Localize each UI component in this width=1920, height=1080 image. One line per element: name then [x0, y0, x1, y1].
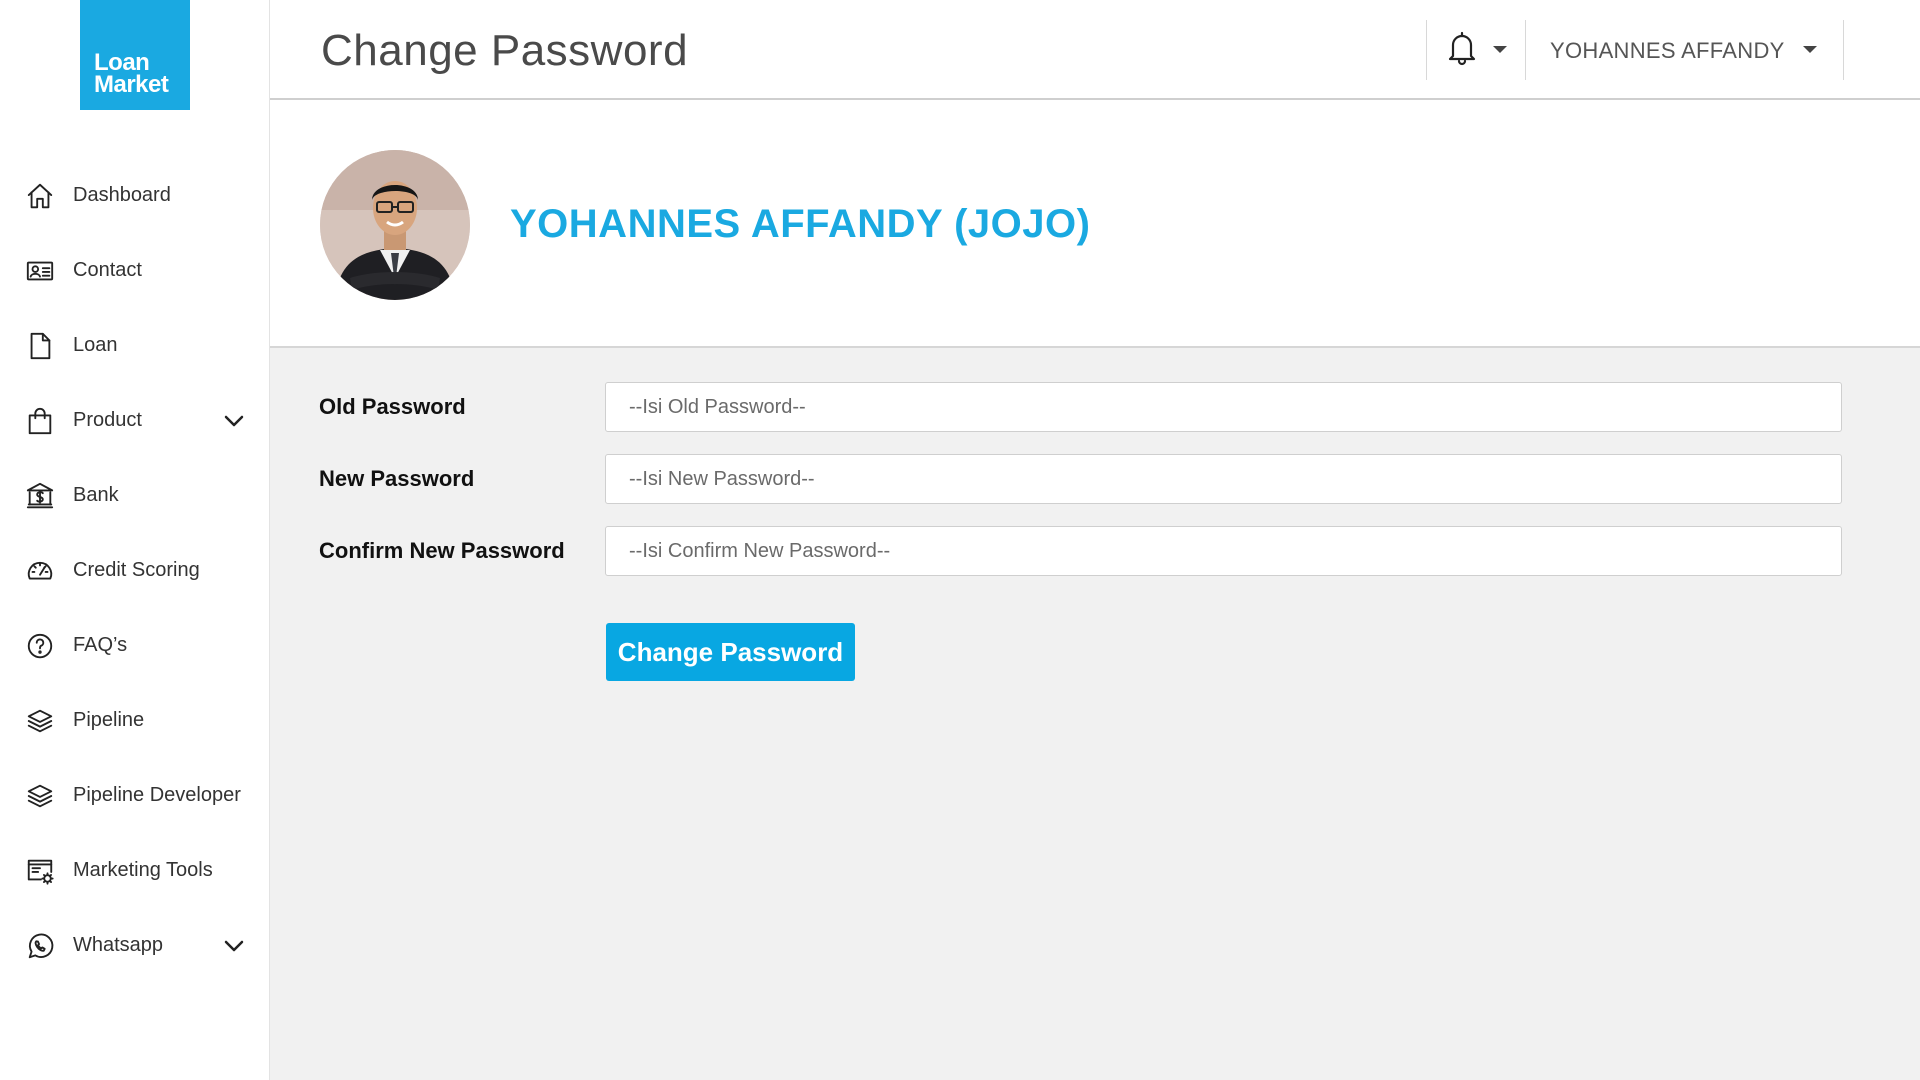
page-title: Change Password — [321, 26, 689, 75]
chevron-down-icon[interactable] — [222, 934, 246, 958]
sidebar-item-marketing-tools[interactable]: Marketing Tools — [0, 833, 270, 908]
sidebar-item-contact[interactable]: Contact — [0, 233, 270, 308]
layers-icon — [24, 705, 56, 737]
sidebar-item-label: Dashboard — [73, 184, 171, 206]
change-password-button[interactable]: Change Password — [606, 623, 855, 681]
sidebar-item-label: FAQ’s — [73, 634, 128, 656]
notification-dropdown-caret-icon[interactable] — [1493, 46, 1507, 53]
sidebar-item-bank[interactable]: Bank — [0, 458, 270, 533]
old-password-input[interactable] — [605, 382, 1842, 432]
sidebar-item-label: Credit Scoring — [73, 559, 200, 581]
sidebar-item-label: Loan — [73, 334, 118, 356]
loan-market-logo[interactable]: Loan Market — [80, 0, 190, 110]
user-dropdown-caret-icon[interactable] — [1803, 46, 1817, 53]
sidebar-item-pipeline[interactable]: Pipeline — [0, 683, 270, 758]
sidebar-item-loan[interactable]: Loan — [0, 308, 270, 383]
contact-card-icon — [24, 255, 56, 287]
sidebar-item-product[interactable]: Product — [0, 383, 270, 458]
header-divider — [1525, 20, 1526, 80]
sidebar-item-whatsapp[interactable]: Whatsapp — [0, 908, 270, 983]
sidebar-item-label: Product — [73, 409, 142, 431]
new-password-label: New Password — [319, 466, 475, 491]
sidebar-item-label: Pipeline Developer — [73, 784, 241, 806]
avatar — [320, 150, 470, 300]
profile-section: YOHANNES AFFANDY (JOJO) — [270, 102, 1920, 348]
header-divider — [1426, 20, 1427, 80]
sidebar-item-label: Pipeline — [73, 709, 145, 731]
logo-line-2: Market — [94, 71, 169, 98]
whatsapp-icon — [24, 930, 56, 962]
sidebar-nav: Dashboard Contact Loan Product Bank Cred… — [0, 158, 270, 983]
new-password-input[interactable] — [605, 454, 1842, 504]
bell-icon[interactable] — [1445, 30, 1479, 66]
sidebar-item-label: Contact — [73, 259, 142, 281]
header-divider — [1843, 20, 1844, 80]
sidebar-item-dashboard[interactable]: Dashboard — [0, 158, 270, 233]
user-menu[interactable]: YOHANNES AFFANDY — [1550, 38, 1785, 64]
confirm-password-row: Confirm New Password — [319, 526, 1869, 576]
confirm-password-label: Confirm New Password — [319, 538, 565, 563]
chevron-down-icon[interactable] — [222, 409, 246, 433]
confirm-password-input[interactable] — [605, 526, 1842, 576]
new-password-row: New Password — [319, 454, 1869, 504]
layers-icon — [24, 780, 56, 812]
monitor-gear-icon — [24, 855, 56, 887]
change-password-form: Old Password New Password Confirm New Pa… — [270, 348, 1920, 1080]
document-icon — [24, 330, 56, 362]
shopping-bag-icon — [24, 405, 56, 437]
sidebar-item-label: Bank — [73, 484, 119, 506]
sidebar-item-pipeline-developer[interactable]: Pipeline Developer — [0, 758, 270, 833]
profile-name: YOHANNES AFFANDY (JOJO) — [510, 202, 1091, 246]
sidebar-item-faqs[interactable]: FAQ’s — [0, 608, 270, 683]
bank-icon — [24, 480, 56, 512]
sidebar: Loan Market Dashboard Contact Loan Produ… — [0, 0, 270, 1080]
sidebar-item-label: Marketing Tools — [73, 859, 213, 881]
sidebar-item-credit-scoring[interactable]: Credit Scoring — [0, 533, 270, 608]
top-header: Change Password YOHANNES AFFANDY — [270, 0, 1920, 100]
gauge-icon — [24, 555, 56, 587]
sidebar-item-label: Whatsapp — [73, 934, 164, 956]
old-password-row: Old Password — [319, 382, 1869, 432]
home-icon — [24, 180, 56, 212]
old-password-label: Old Password — [319, 394, 466, 419]
question-circle-icon — [24, 630, 56, 662]
